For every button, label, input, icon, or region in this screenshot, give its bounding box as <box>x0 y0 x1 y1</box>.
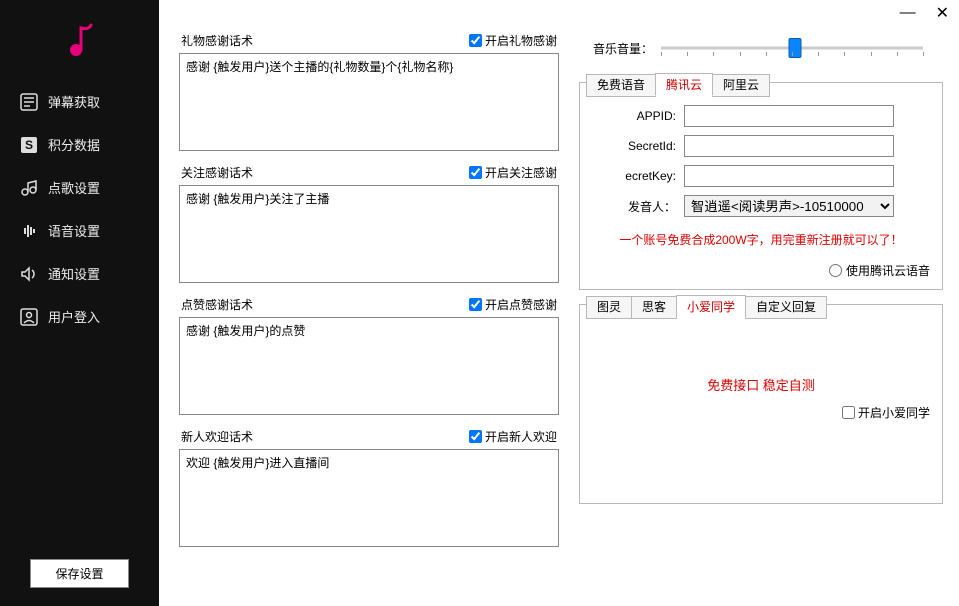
tab-sike[interactable]: 思客 <box>631 296 677 319</box>
reply-message: 免费接口 稳定自测 <box>592 375 930 394</box>
nav-danmu[interactable]: 弹幕获取 <box>0 80 159 123</box>
nav-voice[interactable]: 语音设置 <box>0 209 159 252</box>
welcome-title: 新人欢迎话术 <box>181 428 253 445</box>
nav-label: 弹幕获取 <box>48 92 100 111</box>
app-window: 弹幕获取 S 积分数据 点歌设置 语音设置 通知设置 用户登入 <box>0 0 959 606</box>
gift-block: 礼物感谢话术 开启礼物感谢 感谢 {触发用户}送个主播的{礼物数量}个{礼物名称… <box>179 32 559 154</box>
wave-icon <box>20 222 38 240</box>
user-icon <box>20 308 38 326</box>
gift-enable-checkbox[interactable]: 开启礼物感谢 <box>469 32 557 49</box>
nav-points[interactable]: S 积分数据 <box>0 123 159 166</box>
enable-xiaoai-checkbox[interactable]: 开启小爱同学 <box>842 404 930 421</box>
gift-textarea[interactable]: 感谢 {触发用户}送个主播的{礼物数量}个{礼物名称} <box>179 53 559 151</box>
right-column: 音乐音量： 免费语音 腾讯云 阿里云 APPID: SecretId: <box>579 32 943 590</box>
appid-input[interactable] <box>684 105 894 127</box>
follow-title: 关注感谢话术 <box>181 164 253 181</box>
nav-label: 通知设置 <box>48 264 100 283</box>
svg-text:S: S <box>25 138 33 152</box>
speech-column: 礼物感谢话术 开启礼物感谢 感谢 {触发用户}送个主播的{礼物数量}个{礼物名称… <box>179 32 559 590</box>
nav-label: 点歌设置 <box>48 178 100 197</box>
volume-row: 音乐音量： <box>579 32 943 68</box>
s-icon: S <box>20 136 38 154</box>
secretid-label: SecretId: <box>592 139 676 153</box>
reply-tabs: 图灵 思客 小爱同学 自定义回复 <box>586 294 826 317</box>
tab-aliyun[interactable]: 阿里云 <box>712 74 770 97</box>
follow-textarea[interactable]: 感谢 {触发用户}关注了主播 <box>179 185 559 283</box>
appid-label: APPID: <box>592 109 676 123</box>
music-note-icon <box>64 22 96 58</box>
speaker-icon <box>20 265 38 283</box>
volume-slider[interactable] <box>661 36 923 60</box>
volume-label: 音乐音量： <box>593 40 653 57</box>
nav: 弹幕获取 S 积分数据 点歌设置 语音设置 通知设置 用户登入 <box>0 80 159 559</box>
cloud-tabs: 免费语音 腾讯云 阿里云 <box>586 72 769 95</box>
close-button[interactable]: ✕ <box>936 3 949 23</box>
tab-custom[interactable]: 自定义回复 <box>745 296 827 319</box>
tab-xiaoai[interactable]: 小爱同学 <box>676 295 746 318</box>
save-button[interactable]: 保存设置 <box>30 559 129 588</box>
tab-tencent[interactable]: 腾讯云 <box>655 73 713 96</box>
like-title: 点赞感谢话术 <box>181 296 253 313</box>
nav-label: 语音设置 <box>48 221 100 240</box>
list-icon <box>20 93 38 111</box>
welcome-block: 新人欢迎话术 开启新人欢迎 欢迎 {触发用户}进入直播间 <box>179 428 559 550</box>
music-icon <box>20 179 38 197</box>
main: — ✕ 礼物感谢话术 开启礼物感谢 感谢 {触发用户}送个主播的{礼物数量}个{… <box>159 0 959 606</box>
like-block: 点赞感谢话术 开启点赞感谢 感谢 {触发用户}的点赞 <box>179 296 559 418</box>
nav-label: 积分数据 <box>48 135 100 154</box>
nav-notify[interactable]: 通知设置 <box>0 252 159 295</box>
gift-title: 礼物感谢话术 <box>181 32 253 49</box>
like-textarea[interactable]: 感谢 {触发用户}的点赞 <box>179 317 559 415</box>
minimize-button[interactable]: — <box>900 4 916 22</box>
nav-label: 用户登入 <box>48 307 100 326</box>
secretkey-label: ecretKey: <box>592 169 676 183</box>
secretid-input[interactable] <box>684 135 894 157</box>
welcome-enable-checkbox[interactable]: 开启新人欢迎 <box>469 428 557 445</box>
secretkey-input[interactable] <box>684 165 894 187</box>
content: 礼物感谢话术 开启礼物感谢 感谢 {触发用户}送个主播的{礼物数量}个{礼物名称… <box>159 26 959 606</box>
like-enable-checkbox[interactable]: 开启点赞感谢 <box>469 296 557 313</box>
sidebar: 弹幕获取 S 积分数据 点歌设置 语音设置 通知设置 用户登入 <box>0 0 159 606</box>
voice-label: 发音人： <box>592 198 676 215</box>
cloud-tts-pane: 免费语音 腾讯云 阿里云 APPID: SecretId: ecretKey: … <box>579 82 943 290</box>
tab-free[interactable]: 免费语音 <box>586 74 656 97</box>
titlebar: — ✕ <box>159 0 959 26</box>
app-logo <box>0 0 159 80</box>
use-tencent-radio[interactable]: 使用腾讯云语音 <box>829 262 930 279</box>
welcome-textarea[interactable]: 欢迎 {触发用户}进入直播间 <box>179 449 559 547</box>
cloud-warning: 一个账号免费合成200W字，用完重新注册就可以了！ <box>592 231 930 248</box>
voice-select[interactable]: 智逍遥<阅读男声>-10510000 <box>684 195 894 217</box>
reply-pane: 图灵 思客 小爱同学 自定义回复 免费接口 稳定自测 开启小爱同学 <box>579 304 943 504</box>
follow-enable-checkbox[interactable]: 开启关注感谢 <box>469 164 557 181</box>
tab-tuling[interactable]: 图灵 <box>586 296 632 319</box>
nav-login[interactable]: 用户登入 <box>0 295 159 338</box>
follow-block: 关注感谢话术 开启关注感谢 感谢 {触发用户}关注了主播 <box>179 164 559 286</box>
nav-song[interactable]: 点歌设置 <box>0 166 159 209</box>
